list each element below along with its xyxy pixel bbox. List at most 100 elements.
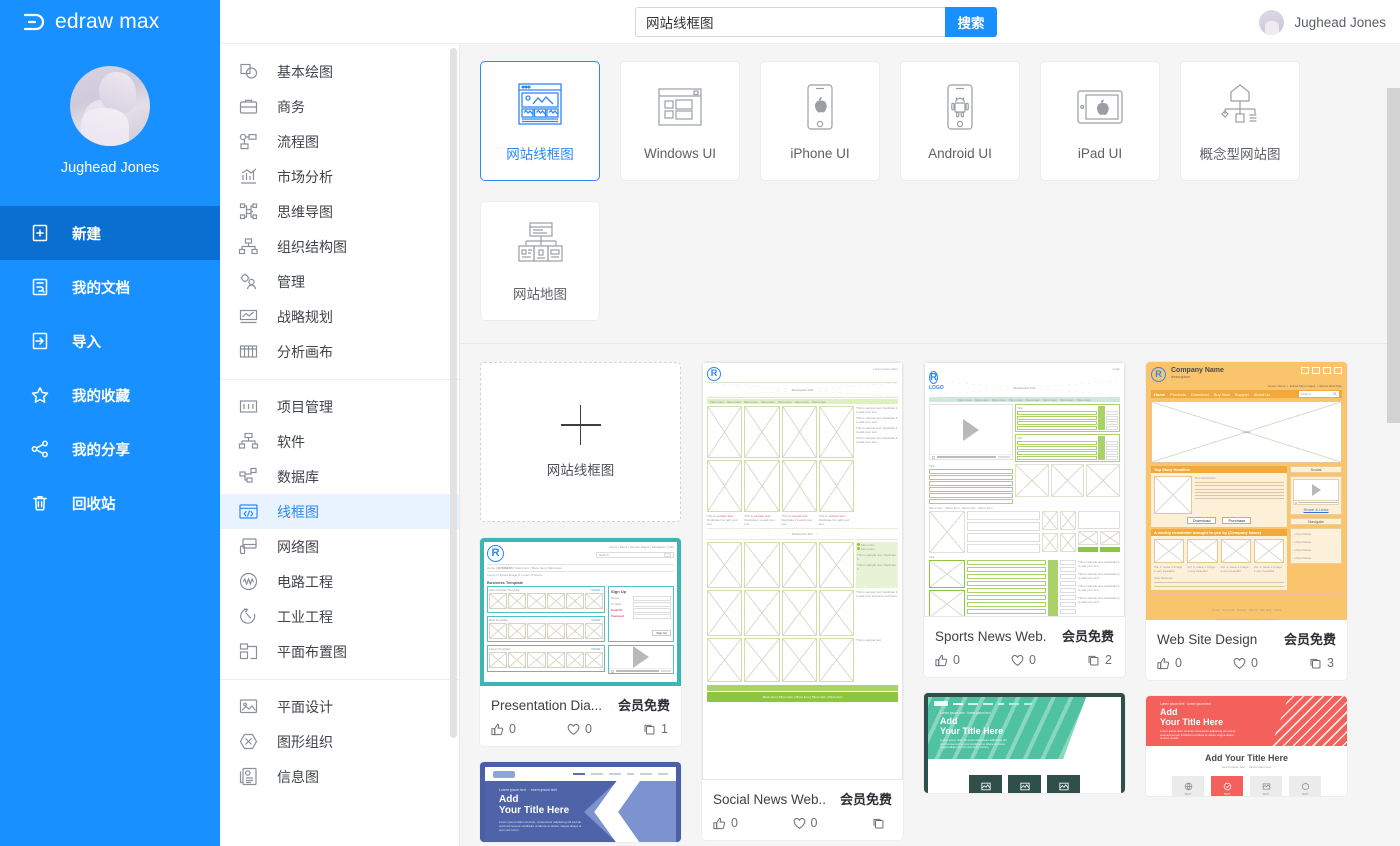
template-card-blue-title[interactable]: Lorem ipsum text · lorem ipsum text Add Y…	[480, 762, 681, 842]
category-item-infographic[interactable]: 信息图	[220, 759, 459, 794]
type-card-label: 网站地图	[513, 287, 567, 302]
category-item-software[interactable]: 软件	[220, 424, 459, 459]
brand-name: edraw max	[55, 10, 160, 33]
main-scrollbar[interactable]	[1387, 88, 1400, 423]
category-item-floorplan[interactable]: 平面布置图	[220, 634, 459, 669]
type-card-conceptual-website[interactable]: 概念型网站图	[1180, 61, 1300, 181]
create-new-card[interactable]: 网站线框图	[480, 362, 681, 522]
favorite-stat[interactable]: 0	[567, 722, 592, 736]
copies-stat[interactable]	[872, 816, 890, 830]
category-item-business[interactable]: 商务	[220, 89, 459, 124]
like-stat[interactable]: 0	[935, 653, 960, 667]
category-item-industrial[interactable]: 工业工程	[220, 599, 459, 634]
template-thumbnail: Lorem ipsum text · lorem ipsum text Add Y…	[480, 762, 681, 842]
profile-name: Jughead Jones	[60, 160, 160, 176]
project-icon	[238, 396, 259, 417]
category-item-mindmap[interactable]: 思维导图	[220, 194, 459, 229]
like-stat[interactable]: 0	[1157, 656, 1182, 670]
favorite-stat[interactable]: 0	[1011, 653, 1036, 667]
category-scrollbar[interactable]	[450, 48, 457, 738]
category-label: 数据库	[277, 468, 319, 485]
bar-chart-icon	[238, 166, 259, 187]
category-item-management[interactable]: 管理	[220, 264, 459, 299]
category-label: 流程图	[277, 133, 319, 150]
type-card-ipad-ui[interactable]: iPad UI	[1040, 61, 1160, 181]
template-card-red-title[interactable]: Lorem ipsum text · lorem ipsum text Add Y…	[1146, 696, 1347, 796]
gallery-column-2: R Lorem ipsum dolor Description Text Men…	[702, 362, 903, 842]
favorite-stat[interactable]: 0	[793, 816, 817, 830]
sidebar-item-label: 我的收藏	[72, 388, 130, 405]
category-item-circuit[interactable]: 电路工程	[220, 564, 459, 599]
sidebar-item-label: 我的分享	[72, 442, 130, 459]
sidebar-item-trash[interactable]: 回收站	[0, 476, 220, 530]
edraw-logo-icon	[22, 10, 46, 34]
template-thumbnail: Lorem ipsum text · lorem ipsum text Add Y…	[924, 693, 1125, 793]
type-card-website-wireframe[interactable]: 网站线框图	[480, 61, 600, 181]
category-group-2: 项目管理 软件 数据库 线框图 网络图 电路工程 工业工程 平面布置图	[220, 379, 459, 679]
category-item-flowchart[interactable]: 流程图	[220, 124, 459, 159]
copies-stat[interactable]: 3	[1309, 656, 1334, 670]
type-card-iphone-ui[interactable]: iPhone UI	[760, 61, 880, 181]
type-card-android-ui[interactable]: Android UI	[900, 61, 1020, 181]
copies-stat[interactable]: 2	[1087, 653, 1112, 667]
category-item-strategy[interactable]: 战略规划	[220, 299, 459, 334]
category-item-org-chart[interactable]: 组织结构图	[220, 229, 459, 264]
avatar[interactable]	[70, 66, 150, 146]
like-stat[interactable]: 0	[713, 816, 738, 830]
template-card-sports-news-website[interactable]: R LOGO Login Description Text Menu itemM…	[924, 362, 1125, 677]
sidebar-item-label: 回收站	[72, 496, 116, 513]
favorite-count: 0	[1251, 656, 1258, 670]
template-title: Web Site Design	[1157, 632, 1258, 647]
category-item-basic-drawing[interactable]: 基本绘图	[220, 54, 459, 89]
like-count: 0	[509, 722, 516, 736]
search-input[interactable]	[635, 7, 945, 37]
category-label: 战略规划	[277, 308, 333, 325]
category-label: 基本绘图	[277, 63, 333, 80]
import-icon	[30, 331, 50, 351]
category-item-graphic-organizer[interactable]: 图形组织	[220, 724, 459, 759]
category-label: 电路工程	[277, 573, 333, 590]
sidebar-item-shared[interactable]: 我的分享	[0, 422, 220, 476]
sidebar-item-new[interactable]: 新建	[0, 206, 220, 260]
category-item-project-management[interactable]: 项目管理	[220, 389, 459, 424]
software-icon	[238, 431, 259, 452]
flowchart-icon	[238, 131, 259, 152]
sidebar-item-my-documents[interactable]: 我的文档	[0, 260, 220, 314]
template-card-social-news-website[interactable]: R Lorem ipsum dolor Description Text Men…	[702, 362, 903, 840]
mindmap-icon	[238, 201, 259, 222]
copies-count: 2	[1105, 653, 1112, 667]
template-type-row-2: 网站地图	[480, 201, 1400, 321]
category-label: 商务	[277, 98, 305, 115]
type-card-windows-ui[interactable]: Windows UI	[620, 61, 740, 181]
sitemap-icon	[516, 219, 564, 269]
sidebar-item-import[interactable]: 导入	[0, 314, 220, 368]
category-item-market-analysis[interactable]: 市场分析	[220, 159, 459, 194]
copies-stat[interactable]: 1	[643, 722, 668, 736]
template-meta: Web Site Design 会员免费 0 0 3	[1146, 620, 1347, 680]
search-button[interactable]: 搜索	[945, 7, 997, 37]
category-item-database[interactable]: 数据库	[220, 459, 459, 494]
type-card-sitemap[interactable]: 网站地图	[480, 201, 600, 321]
star-icon	[30, 385, 50, 405]
template-meta: Sports News Web... 会员免费 0 0 2	[924, 617, 1125, 677]
category-item-graphic-design[interactable]: 平面设计	[220, 689, 459, 724]
category-item-wireframe[interactable]: 线框图	[220, 494, 459, 529]
template-card-presentation-diagram[interactable]: R Home | About | Service Pages | Navigat…	[480, 538, 681, 746]
briefcase-icon	[238, 96, 259, 117]
user-menu[interactable]: Jughead Jones	[1259, 0, 1386, 44]
category-item-network[interactable]: 网络图	[220, 529, 459, 564]
like-count: 0	[953, 653, 960, 667]
template-meta: Presentation Dia... 会员免费 0 0 1	[480, 686, 681, 746]
category-item-analysis-canvas[interactable]: 分析画布	[220, 334, 459, 369]
favorite-stat[interactable]: 0	[1233, 656, 1258, 670]
logo-placeholder-icon: R	[707, 367, 721, 381]
category-label: 管理	[277, 273, 305, 290]
brand-header[interactable]: edraw max	[0, 0, 220, 44]
template-card-web-site-design[interactable]: R Company Name description Home | Store …	[1146, 362, 1347, 680]
category-label: 思维导图	[277, 203, 333, 220]
category-group-3: 平面设计 图形组织 信息图	[220, 679, 459, 804]
sidebar-item-favorites[interactable]: 我的收藏	[0, 368, 220, 422]
template-card-teal-title[interactable]: Lorem ipsum text · lorem ipsum text Add Y…	[924, 693, 1125, 793]
type-card-label: Android UI	[928, 145, 992, 161]
like-stat[interactable]: 0	[491, 722, 516, 736]
